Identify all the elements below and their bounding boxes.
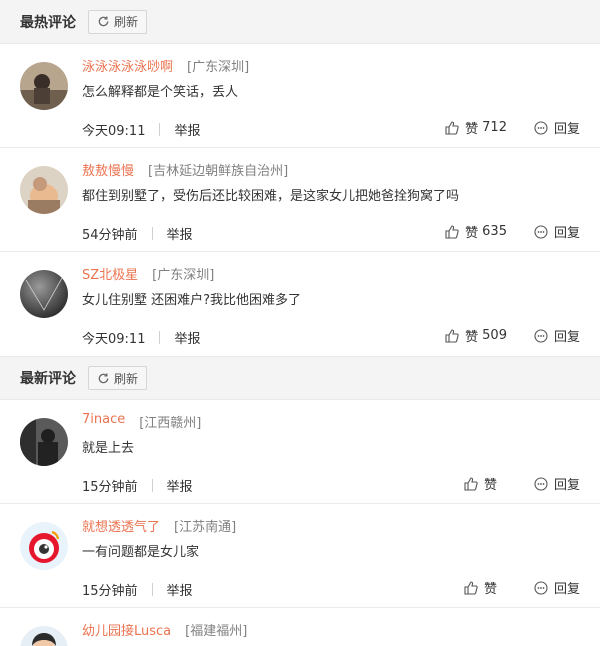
like-label: 赞 [483, 582, 497, 597]
username-link[interactable]: 就想透透气了 [82, 516, 160, 535]
speech-bubble-icon [533, 120, 549, 136]
divider [159, 123, 161, 136]
location-label: [江西赣州] [139, 416, 202, 431]
reply-label: 回复 [553, 478, 580, 493]
comment-item: 泳泳泳泳泳唦啊 [广东深圳] 怎么解释都是个笑话，丢人 今天09:11 举报 赞… [0, 44, 600, 148]
comment-text: 都住到别墅了，受伤后还比较困难，是这家女儿把她爸拴狗窝了吗 [82, 189, 460, 204]
timestamp: 15分钟前 [82, 584, 138, 599]
username-link[interactable]: SZ北极星 [82, 264, 138, 283]
like-button[interactable]: 赞 635 [444, 222, 507, 241]
avatar[interactable] [20, 418, 68, 466]
reply-label: 回复 [553, 226, 580, 241]
speech-bubble-icon [533, 580, 549, 596]
username-link[interactable]: 7inace [82, 412, 125, 431]
report-link[interactable]: 举报 [174, 328, 200, 347]
location-label: [广东深圳] [152, 268, 215, 283]
comment-item: 7inace [江西赣州] 就是上去 15分钟前 举报 赞 回复 [0, 400, 600, 504]
location-label: [福建福州] [185, 624, 248, 639]
timestamp: 今天09:11 [82, 332, 146, 347]
like-button[interactable]: 赞 712 [444, 118, 507, 137]
divider [159, 331, 161, 344]
report-link[interactable]: 举报 [174, 120, 200, 139]
comment-text: 怎么解释都是个笑话，丢人 [82, 85, 239, 100]
reply-label: 回复 [553, 122, 580, 137]
refresh-label: 刷新 [114, 15, 139, 29]
report-link[interactable]: 举报 [167, 224, 193, 243]
comment-item: 就想透透气了 [江苏南通] 一有问题都是女儿家 15分钟前 举报 赞 回复 [0, 504, 600, 608]
comment-item: SZ北极星 [广东深圳] 女儿住别墅 还困难户?我比他困难多了 今天09:11 … [0, 252, 600, 356]
comment-item: 幼儿园接Lusca [福建福州] [0, 608, 600, 646]
speech-bubble-icon [533, 224, 549, 240]
like-label: 赞 [465, 330, 479, 345]
like-button[interactable]: 赞 [463, 578, 497, 597]
reply-label: 回复 [553, 582, 580, 597]
hot-comments-header: 最热评论 刷新 [0, 0, 600, 44]
comment-text: 女儿住别墅 还困难户?我比他困难多了 [82, 293, 302, 308]
thumbs-up-icon [463, 476, 479, 492]
reply-button[interactable]: 回复 [533, 578, 580, 597]
reply-label: 回复 [553, 330, 580, 345]
refresh-icon [97, 372, 110, 385]
latest-comments-header: 最新评论 刷新 [0, 356, 600, 400]
thumbs-up-icon [444, 120, 460, 136]
thumbs-up-icon [463, 580, 479, 596]
comment-text: 就是上去 [82, 441, 135, 456]
location-label: [广东深圳] [187, 60, 250, 75]
refresh-button[interactable]: 刷新 [88, 366, 148, 390]
comment-text: 一有问题都是女儿家 [82, 545, 200, 560]
avatar[interactable] [20, 62, 68, 110]
like-button[interactable]: 赞 [463, 474, 497, 493]
section-title: 最新评论 [20, 371, 76, 387]
avatar[interactable] [20, 626, 68, 646]
speech-bubble-icon [533, 476, 549, 492]
refresh-label: 刷新 [114, 371, 139, 386]
reply-button[interactable]: 回复 [533, 474, 580, 493]
report-link[interactable]: 举报 [167, 580, 193, 599]
report-link[interactable]: 举报 [167, 476, 193, 495]
location-label: [江苏南通] [174, 520, 237, 535]
reply-button[interactable]: 回复 [533, 118, 580, 137]
timestamp: 54分钟前 [82, 228, 138, 243]
thumbs-up-icon [444, 224, 460, 240]
divider [151, 479, 153, 492]
timestamp: 15分钟前 [82, 480, 138, 495]
like-count: 509 [482, 328, 507, 343]
speech-bubble-icon [533, 328, 549, 344]
username-link[interactable]: 幼儿园接Lusca [82, 620, 171, 639]
thumbs-up-icon [444, 328, 460, 344]
avatar[interactable] [20, 522, 68, 570]
divider [151, 227, 153, 240]
reply-button[interactable]: 回复 [533, 326, 580, 345]
avatar[interactable] [20, 166, 68, 214]
like-label: 赞 [483, 478, 497, 493]
username-link[interactable]: 泳泳泳泳泳唦啊 [82, 56, 173, 75]
like-count: 635 [482, 224, 507, 239]
timestamp: 今天09:11 [82, 124, 146, 139]
like-count: 712 [482, 120, 507, 135]
refresh-button[interactable]: 刷新 [88, 9, 148, 34]
comment-item: 敖敖慢慢 [吉林延边朝鲜族自治州] 都住到别墅了，受伤后还比较困难，是这家女儿把… [0, 148, 600, 252]
section-title: 最热评论 [20, 14, 76, 31]
refresh-icon [97, 15, 110, 28]
username-link[interactable]: 敖敖慢慢 [82, 160, 134, 179]
location-label: [吉林延边朝鲜族自治州] [148, 164, 289, 179]
divider [151, 583, 153, 596]
like-label: 赞 [465, 122, 479, 137]
reply-button[interactable]: 回复 [533, 222, 580, 241]
like-label: 赞 [465, 226, 479, 241]
like-button[interactable]: 赞 509 [444, 326, 507, 345]
avatar[interactable] [20, 270, 68, 318]
